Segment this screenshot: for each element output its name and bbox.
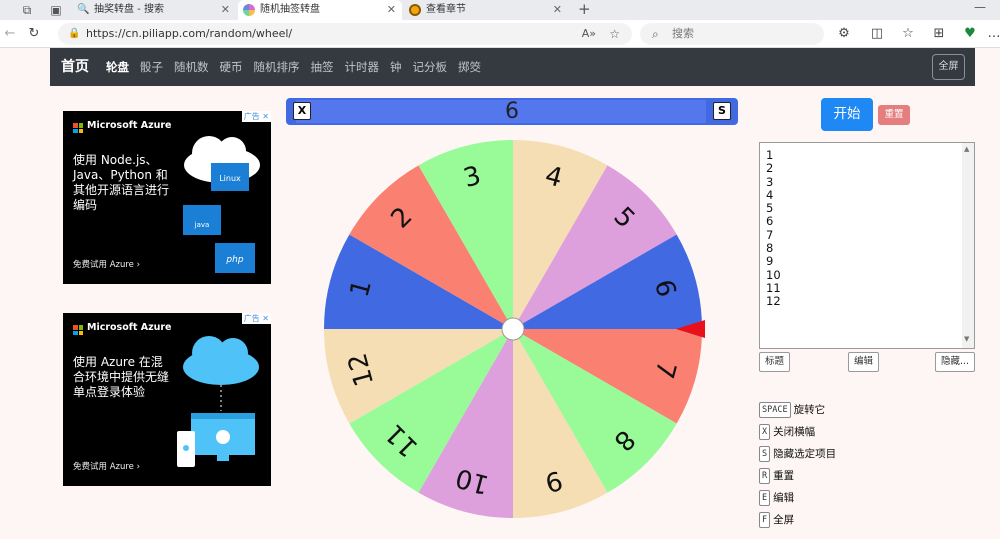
- new-tab-button[interactable]: +: [578, 0, 591, 18]
- tab-chapter[interactable]: 查看章节 ✕: [404, 0, 568, 20]
- edit-button[interactable]: 编辑: [848, 352, 879, 372]
- close-tab-icon[interactable]: ✕: [221, 0, 230, 20]
- workspaces-icon[interactable]: ⧉: [20, 3, 34, 17]
- search-box[interactable]: ⌕ 搜索: [640, 23, 824, 45]
- nav-jiaobei[interactable]: 掷筊: [458, 59, 481, 75]
- item-line: 1: [766, 148, 774, 162]
- ad-banner-1[interactable]: 广告 ✕ Microsoft Azure 使用 Node.js、Java、Pyt…: [63, 111, 271, 284]
- ad-label[interactable]: 广告 ✕: [241, 111, 271, 122]
- ad-cta-link[interactable]: 免费试用 Azure ›: [73, 460, 140, 472]
- nav-draw-lots[interactable]: 抽签: [311, 59, 334, 75]
- hide-button[interactable]: 隐藏...: [935, 352, 975, 372]
- result-value: 6: [505, 99, 519, 124]
- item-line: 5: [766, 201, 774, 216]
- item-line: 6: [766, 214, 774, 229]
- more-menu-icon[interactable]: …: [986, 26, 1000, 42]
- lock-icon: 🔒: [68, 28, 81, 39]
- start-button[interactable]: 开始: [821, 98, 873, 131]
- read-aloud-icon[interactable]: A»: [582, 23, 596, 45]
- close-banner-button[interactable]: X: [293, 102, 311, 120]
- microsoft-logo-icon: [73, 123, 83, 133]
- item-line: 11: [766, 280, 781, 295]
- svg-text:java: java: [194, 221, 210, 229]
- items-textarea[interactable]: 1 2 3 4 5 6 7 8 9 10 11 12 ▲ ▼: [759, 142, 975, 349]
- ad-brand: Microsoft Azure: [87, 120, 172, 131]
- ad-cta-link[interactable]: 免费试用 Azure ›: [73, 258, 140, 270]
- svg-text:Linux: Linux: [219, 174, 241, 183]
- shortcut-x: X 关闭横幅: [759, 421, 815, 440]
- ad-brand: Microsoft Azure: [87, 322, 172, 333]
- split-screen-icon[interactable]: ◫: [869, 26, 885, 42]
- items-list: 1 2 3 4 5 6 7 8 9 10 11 12: [766, 148, 781, 309]
- shortcut-f: F 全屏: [759, 509, 794, 528]
- shortcut-e: E 编辑: [759, 487, 794, 506]
- favorites-icon[interactable]: ☆: [900, 26, 916, 42]
- item-line: 8: [766, 241, 774, 256]
- search-placeholder: 搜索: [672, 27, 694, 40]
- chapter-favicon-icon: [409, 4, 421, 16]
- item-line: 4: [766, 187, 774, 202]
- shortcut-s: S 隐藏选定项目: [759, 443, 836, 462]
- refresh-icon[interactable]: ↻: [26, 26, 42, 42]
- reset-button[interactable]: 重置: [878, 105, 910, 125]
- tab-title: 查看章节: [426, 4, 466, 15]
- nav-coin[interactable]: 硬币: [220, 59, 243, 75]
- ad-text: 使用 Node.js、Java、Python 和其他开源语言进行编码: [73, 153, 170, 212]
- ad-text: 使用 Azure 在混合环境中提供无缝单点登录体验: [73, 355, 170, 399]
- nav-wheel[interactable]: 轮盘: [106, 59, 129, 75]
- search-favicon-icon: 🔍: [77, 4, 90, 15]
- item-line: 9: [766, 254, 774, 269]
- nav-random-sort[interactable]: 随机排序: [254, 59, 300, 75]
- site-navbar: 首页 轮盘 骰子 随机数 硬币 随机排序 抽签 计时器 钟 记分板 掷筊 全屏: [50, 48, 975, 86]
- nav-clock[interactable]: 钟: [390, 59, 402, 75]
- item-line: 7: [766, 227, 774, 242]
- nav-scoreboard[interactable]: 记分板: [413, 59, 448, 75]
- browser-tab-bar: ⧉ ▣ 🔍 抽奖转盘 - 搜索 ✕ 随机抽签转盘 ✕ 查看章节 ✕ + —: [0, 0, 1000, 20]
- svg-text:php: php: [225, 255, 243, 265]
- scroll-up-icon[interactable]: ▲: [964, 145, 969, 153]
- ad-banner-2[interactable]: 广告 ✕ Microsoft Azure 使用 Azure 在混合环境中提供无缝…: [63, 313, 271, 486]
- cloud-servers-icon: Linux java php: [183, 136, 260, 273]
- nav-links: 轮盘 骰子 随机数 硬币 随机排序 抽签 计时器 钟 记分板 掷筊: [106, 48, 492, 86]
- nav-random-number[interactable]: 随机数: [174, 59, 209, 75]
- back-icon[interactable]: ←: [2, 26, 18, 42]
- nav-timer[interactable]: 计时器: [345, 59, 380, 75]
- browser-essentials-icon[interactable]: ♥: [962, 26, 978, 42]
- title-button[interactable]: 标题: [759, 352, 790, 372]
- cloud-devices-icon: [177, 336, 259, 467]
- item-line: 3: [766, 174, 774, 189]
- shortcut-r: R 重置: [759, 465, 794, 484]
- item-line: 2: [766, 161, 774, 176]
- wheel-hub[interactable]: [501, 317, 525, 341]
- item-line: 10: [766, 267, 781, 282]
- close-tab-icon[interactable]: ✕: [387, 0, 396, 20]
- fullscreen-button[interactable]: 全屏: [932, 54, 965, 80]
- ad-label[interactable]: 广告 ✕: [241, 313, 271, 324]
- tab-title: 抽奖转盘 - 搜索: [94, 4, 164, 15]
- spin-wheel[interactable]: 123 456789101112: [314, 131, 714, 531]
- close-tab-icon[interactable]: ✕: [553, 0, 562, 20]
- textarea-scrollbar[interactable]: ▲ ▼: [962, 143, 974, 348]
- browser-toolbar: ← ↻ 🔒 https://cn.piliapp.com/random/whee…: [0, 20, 1000, 48]
- wheel-favicon-icon: [243, 4, 255, 16]
- nav-dice[interactable]: 骰子: [140, 59, 163, 75]
- tab-wheel[interactable]: 随机抽签转盘 ✕: [238, 0, 402, 20]
- address-bar[interactable]: 🔒 https://cn.piliapp.com/random/wheel/ A…: [58, 23, 632, 45]
- extensions-icon[interactable]: ⚙: [836, 26, 852, 42]
- result-banner: 6 X S: [286, 98, 738, 125]
- minimize-icon[interactable]: —: [974, 0, 986, 14]
- tab-search[interactable]: 🔍 抽奖转盘 - 搜索 ✕: [72, 0, 236, 20]
- home-link[interactable]: 首页: [61, 48, 89, 86]
- microsoft-logo-icon: [73, 325, 83, 335]
- tab-title: 随机抽签转盘: [260, 4, 320, 15]
- tab-actions-icon[interactable]: ▣: [49, 3, 63, 17]
- url-text: https://cn.piliapp.com/random/wheel/: [86, 27, 293, 40]
- search-icon: ⌕: [652, 27, 659, 41]
- collections-icon[interactable]: ⊞: [931, 26, 947, 42]
- scroll-down-icon[interactable]: ▼: [964, 335, 969, 343]
- item-line: 12: [766, 294, 781, 309]
- hide-selected-button[interactable]: S: [713, 102, 731, 120]
- favorite-star-icon[interactable]: ☆: [609, 23, 620, 45]
- shortcut-space: SPACE 旋转它: [759, 399, 825, 418]
